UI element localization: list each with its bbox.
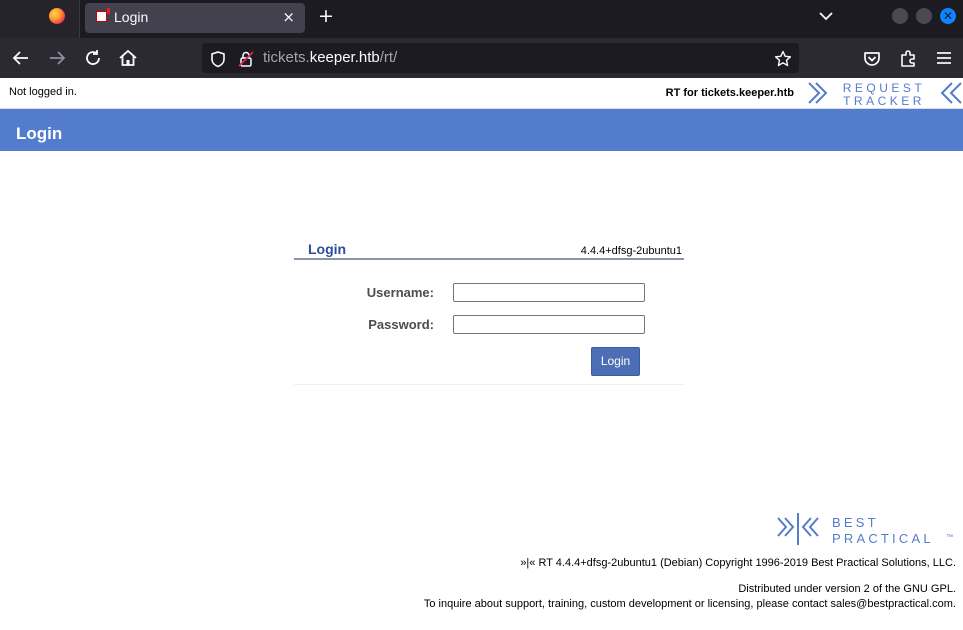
back-arrow-icon[interactable] [10, 47, 32, 69]
firefox-view-area[interactable] [0, 0, 80, 38]
logo-best-word: BEST [832, 515, 879, 530]
page-title: Login [16, 124, 63, 143]
insecure-lock-icon[interactable] [237, 50, 255, 68]
logo-request-word: REQUEST [843, 81, 926, 95]
login-form: Login 4.4.4+dfsg-2ubuntu1 Username: Pass… [294, 236, 684, 385]
address-bar[interactable]: tickets.keeper.htb/rt/ [202, 43, 799, 73]
home-icon[interactable] [117, 47, 139, 69]
rt-version: 4.4.4+dfsg-2ubuntu1 [580, 245, 682, 257]
password-field[interactable] [453, 315, 645, 334]
extensions-puzzle-icon[interactable] [897, 47, 919, 69]
tab-title: Login [114, 9, 149, 25]
bookmark-star-icon[interactable] [774, 50, 792, 68]
username-field[interactable] [453, 283, 645, 302]
password-label: Password: [368, 317, 434, 332]
hamburger-menu-icon[interactable] [933, 47, 955, 69]
login-status: Not logged in. [9, 86, 77, 98]
login-button[interactable]: Login [591, 347, 640, 376]
logo-trademark: ™ [946, 534, 953, 541]
best-practical-logo[interactable]: BEST PRACTICAL ™ [776, 512, 956, 548]
tab-close-icon[interactable]: × [282, 8, 295, 26]
url-text[interactable]: tickets.keeper.htb/rt/ [263, 49, 397, 66]
new-tab-button[interactable]: + [318, 6, 334, 26]
tab-login[interactable]: Login × [85, 3, 305, 33]
rt-favicon-icon [96, 8, 110, 22]
list-all-tabs-icon[interactable] [817, 7, 835, 25]
rt-instance-name: RT for tickets.keeper.htb [665, 87, 794, 99]
footer-copyright: »|« RT 4.4.4+dfsg-2ubuntu1 (Debian) Copy… [520, 557, 956, 569]
logo-practical-word: PRACTICAL [832, 531, 934, 546]
forward-arrow-icon[interactable] [46, 47, 68, 69]
minimize-window-button[interactable] [892, 8, 908, 24]
logo-tracker-word: TRACKER [843, 94, 925, 108]
pocket-icon[interactable] [861, 47, 883, 69]
title-divider [294, 258, 684, 260]
firefox-icon[interactable] [49, 8, 65, 24]
footer-license: Distributed under version 2 of the GNU G… [738, 583, 956, 595]
login-box-title: Login [308, 241, 347, 257]
reload-icon[interactable] [82, 47, 104, 69]
rt-top-strip: Not logged in. RT for tickets.keeper.htb… [0, 78, 963, 109]
browser-tab-strip: Login × + ✕ [0, 0, 963, 38]
close-window-button[interactable]: ✕ [940, 8, 956, 24]
page-header: Login [0, 109, 963, 151]
request-tracker-logo[interactable]: REQUEST TRACKER [806, 80, 963, 108]
navigation-toolbar: tickets.keeper.htb/rt/ [0, 38, 963, 78]
tracking-protection-shield-icon[interactable] [209, 50, 227, 68]
footer-contact: To inquire about support, training, cust… [423, 598, 956, 610]
maximize-window-button[interactable] [916, 8, 932, 24]
username-label: Username: [366, 285, 434, 300]
